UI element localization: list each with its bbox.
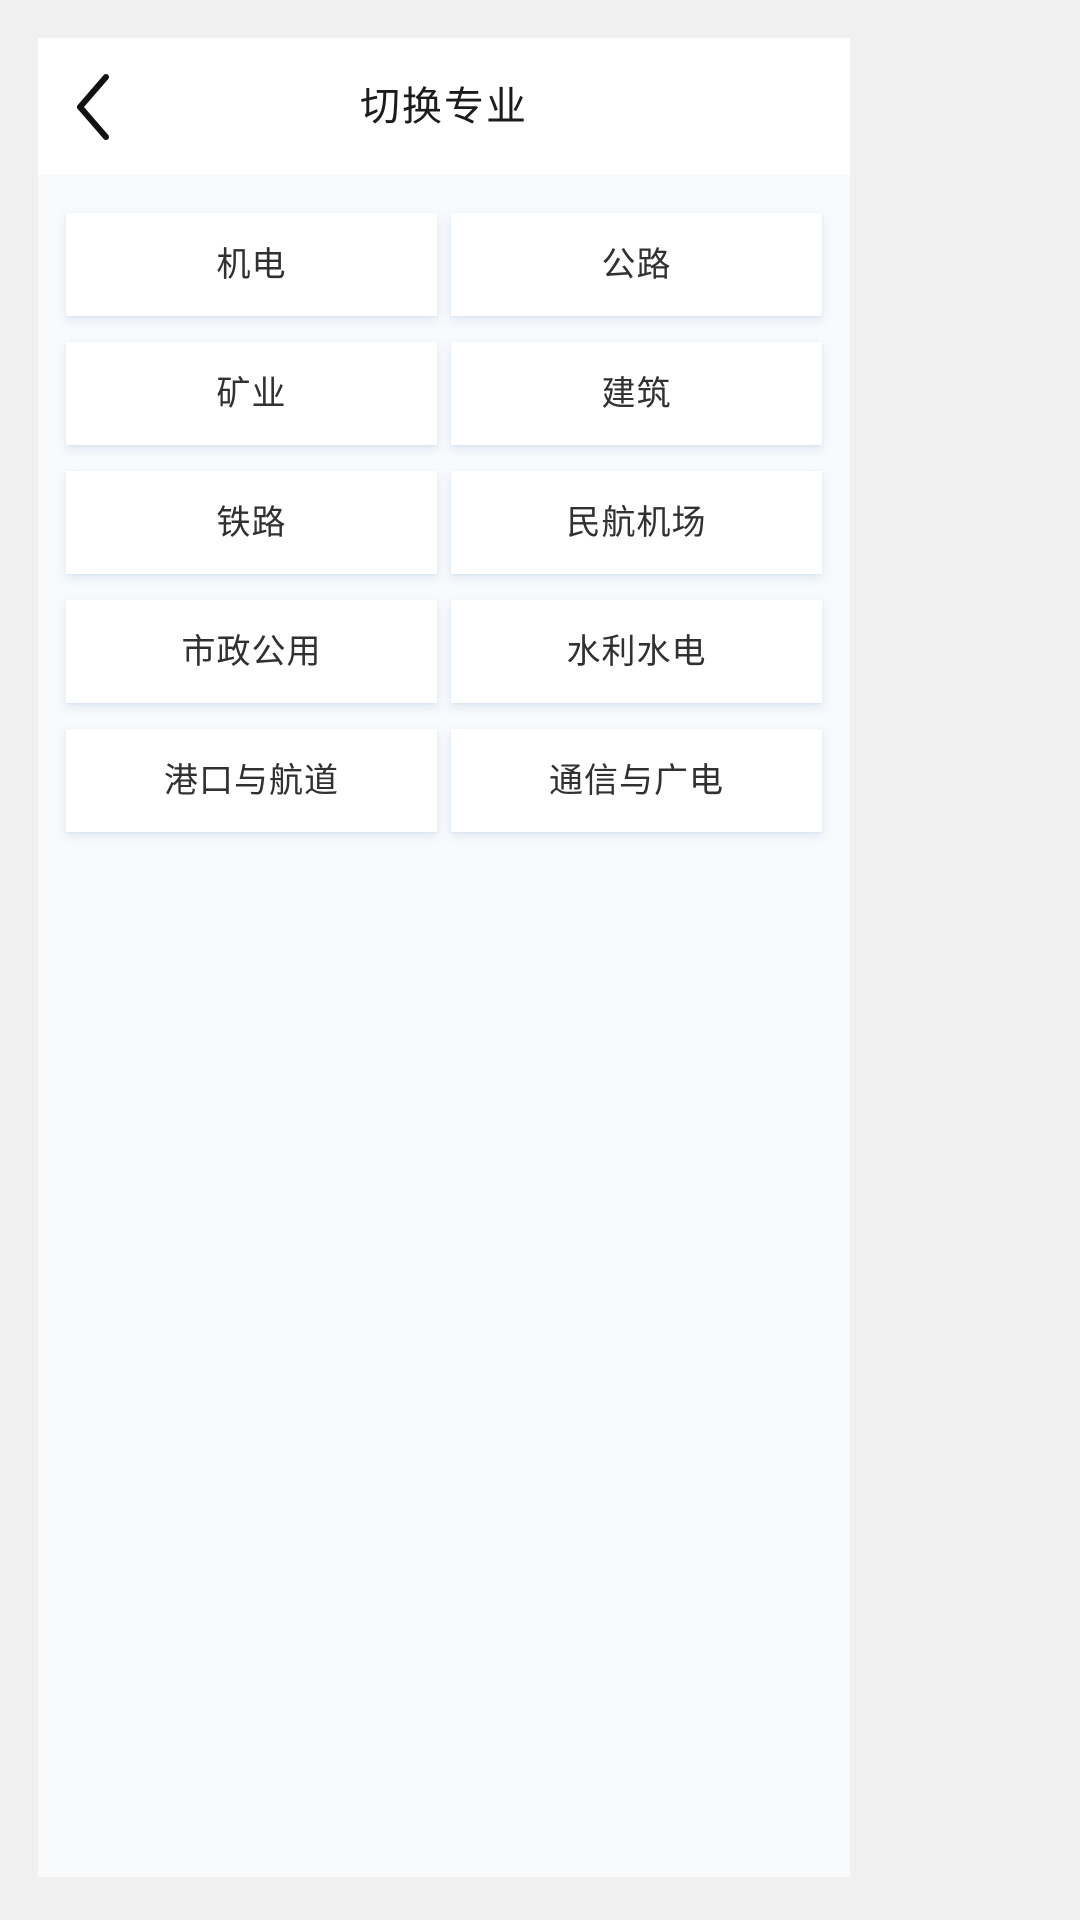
specialty-card-shuilishuidian[interactable]: 水利水电 xyxy=(451,600,822,703)
specialty-card-tielu[interactable]: 铁路 xyxy=(66,471,437,574)
specialty-card-label: 港口与航道 xyxy=(164,761,339,800)
app-header: 切换专业 xyxy=(38,38,850,175)
specialty-card-kuangye[interactable]: 矿业 xyxy=(66,342,437,445)
specialty-card-label: 市政公用 xyxy=(181,632,322,671)
specialty-card-shizhenggongyong[interactable]: 市政公用 xyxy=(66,600,437,703)
specialty-card-jidian[interactable]: 机电 xyxy=(66,213,437,316)
specialty-card-tongxinyuguangdian[interactable]: 通信与广电 xyxy=(451,729,822,832)
specialty-card-jianzhu[interactable]: 建筑 xyxy=(451,342,822,445)
back-button[interactable] xyxy=(38,38,148,175)
specialty-card-label: 铁路 xyxy=(216,503,287,542)
specialty-card-label: 公路 xyxy=(601,245,672,284)
specialty-card-gangkouyuhangdao[interactable]: 港口与航道 xyxy=(66,729,437,832)
specialty-card-label: 矿业 xyxy=(216,374,287,413)
specialty-card-label: 建筑 xyxy=(601,374,672,413)
specialty-card-label: 机电 xyxy=(216,245,287,284)
page-title: 切换专业 xyxy=(360,84,528,129)
specialty-card-label: 水利水电 xyxy=(566,632,707,671)
specialty-card-label: 民航机场 xyxy=(566,503,707,542)
specialty-card-minhangjichang[interactable]: 民航机场 xyxy=(451,471,822,574)
specialty-card-gonglu[interactable]: 公路 xyxy=(451,213,822,316)
specialty-content: 机电 公路 矿业 建筑 铁路 民航机场 市政公用 水利水电 港口与航道 通信与广… xyxy=(38,175,850,1877)
specialty-grid: 机电 公路 矿业 建筑 铁路 民航机场 市政公用 水利水电 港口与航道 通信与广… xyxy=(38,213,850,832)
phone-viewport: 切换专业 机电 公路 矿业 建筑 铁路 民航机场 市政公用 水利水电 港口与航道… xyxy=(38,38,850,1877)
specialty-card-label: 通信与广电 xyxy=(549,761,724,800)
chevron-left-icon xyxy=(73,73,113,140)
